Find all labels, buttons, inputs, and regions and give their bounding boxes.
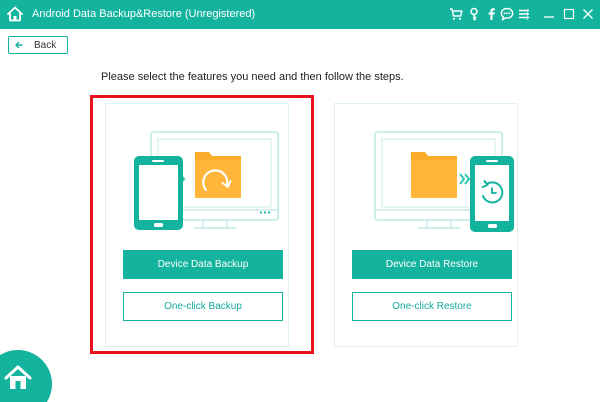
one-click-restore-button[interactable]: One-click Restore [352,292,512,321]
one-click-backup-button[interactable]: One-click Backup [123,292,283,321]
menu-icon[interactable] [517,7,531,21]
maximize-icon[interactable] [562,7,576,21]
home-button[interactable] [0,350,52,402]
title-bar: Android Data Backup&Restore (Unregistere… [0,0,600,29]
back-button[interactable]: Back [8,36,68,54]
toolbar-divider [527,9,528,20]
chat-icon[interactable] [500,7,514,21]
instruction-text: Please select the features you need and … [101,71,404,83]
key-icon[interactable] [467,7,481,21]
close-icon[interactable] [581,7,595,21]
window-title: Android Data Backup&Restore (Unregistere… [32,8,256,20]
back-button-label: Back [34,40,57,51]
backup-illustration-icon [134,131,279,230]
restore-illustration-icon [374,131,514,232]
device-data-backup-button[interactable]: Device Data Backup [123,250,283,279]
minimize-icon[interactable] [542,7,556,21]
backup-card: Device Data Backup One-click Backup [105,103,289,347]
home-icon[interactable] [6,5,24,23]
home-icon [4,365,32,389]
device-data-restore-button[interactable]: Device Data Restore [352,250,512,279]
restore-card: Device Data Restore One-click Restore [334,103,518,347]
cart-icon[interactable] [449,7,463,21]
facebook-icon[interactable] [484,7,498,21]
back-arrow-icon [15,41,23,49]
